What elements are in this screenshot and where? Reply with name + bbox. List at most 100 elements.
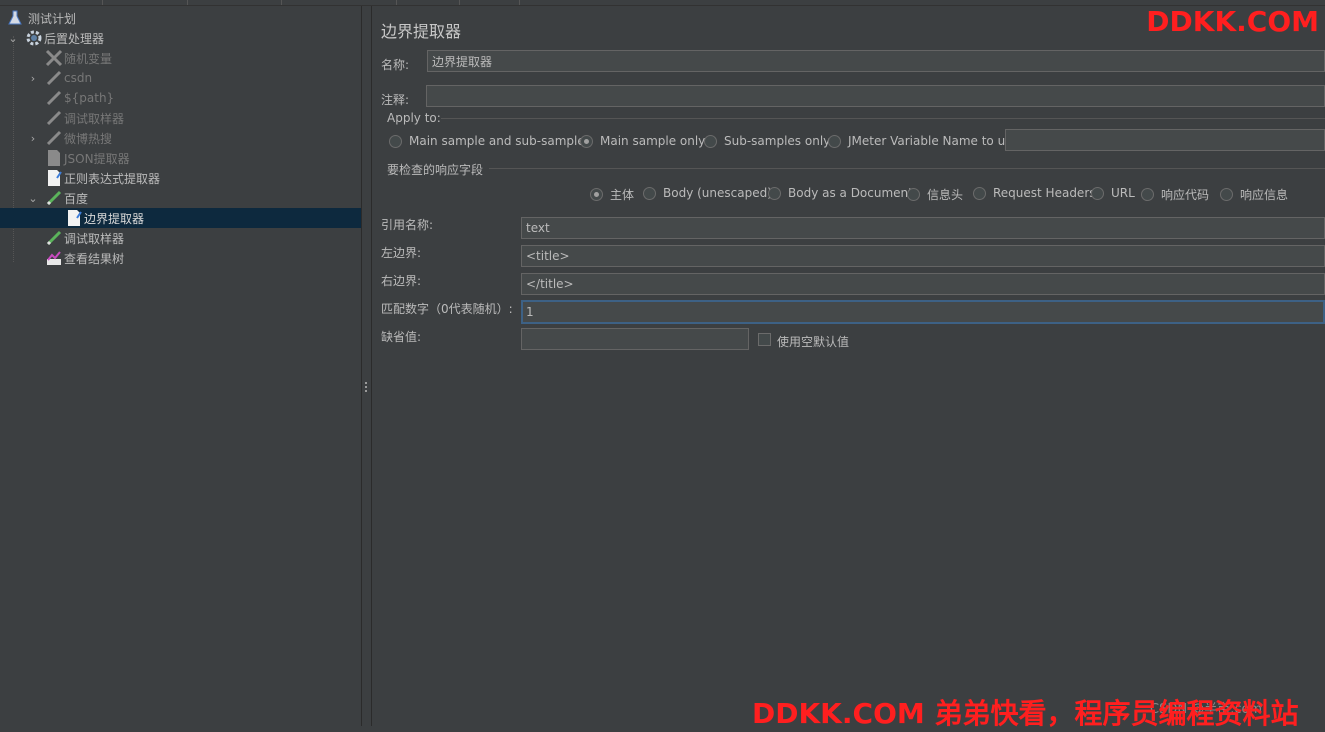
tree-item-label: JSON提取器 [64, 151, 130, 166]
radio-selected-icon [590, 188, 603, 201]
name-input[interactable] [427, 50, 1325, 72]
test-plan-tree[interactable]: 测试计划 ⌄ 后置处理器 随机变量 › csdn ${path} 调试取样器 › [0, 6, 361, 726]
radio-url[interactable]: URL [1091, 186, 1135, 200]
tree-item-label: 后置处理器 [44, 31, 105, 46]
radio-label: URL [1111, 186, 1135, 200]
sampler-pen-icon [45, 109, 63, 127]
group-divider [441, 118, 1325, 119]
comment-input[interactable] [426, 85, 1325, 107]
boundary-extractor-panel: 边界提取器 名称: 注释: Apply to: Main sample and … [371, 6, 1325, 726]
apply-to-legend: Apply to: [387, 111, 441, 125]
empty-default-label: 使用空默认值 [777, 335, 850, 349]
radio-button-icon [907, 188, 920, 201]
tree-item-label: 边界提取器 [84, 211, 145, 226]
tree-item-json-extractor[interactable]: JSON提取器 [0, 148, 361, 168]
radio-body[interactable]: 主体 [590, 186, 634, 203]
name-label: 名称: [381, 58, 410, 72]
radio-button-icon [973, 186, 986, 200]
grip-dot [365, 386, 367, 388]
comment-label: 注释: [381, 93, 410, 107]
tree-item-label: ${path} [64, 91, 115, 105]
sampler-pen-icon [45, 129, 63, 147]
tools-icon [45, 49, 63, 67]
radio-label: Request Headers [993, 186, 1096, 200]
tree-item-random-variable[interactable]: 随机变量 [0, 48, 361, 68]
chevron-down-icon[interactable]: ⌄ [27, 192, 39, 205]
tree-item-debug-sampler[interactable]: 调试取样器 [0, 108, 361, 128]
left-boundary-label: 左边界: [381, 246, 422, 260]
tree-item-weibo-hot[interactable]: › 微博热搜 [0, 128, 361, 148]
radio-label: JMeter Variable Name to use [848, 134, 1019, 148]
radio-selected-icon [580, 134, 593, 148]
grip-dot [365, 382, 367, 384]
radio-button-icon [1220, 188, 1233, 201]
extractor-doc-icon [45, 169, 63, 187]
tree-item-path[interactable]: ${path} [0, 88, 361, 108]
default-value-label: 缺省值: [381, 330, 422, 344]
watermark-bottom: DDKK.COM 弟弟快看，程序员编程资料站 [752, 697, 1299, 730]
radio-body-unescaped[interactable]: Body (unescaped) [643, 186, 772, 200]
tree-item-label: 查看结果树 [64, 251, 125, 266]
radio-label: Main sample only [600, 134, 706, 148]
radio-button-icon [768, 186, 781, 200]
tree-item-boundary-extractor[interactable]: 边界提取器 [0, 208, 361, 228]
tree-item-post-processors[interactable]: ⌄ 后置处理器 [0, 28, 361, 48]
response-field-legend: 要检查的响应字段 [387, 163, 484, 177]
watermark-top: DDKK.COM [1146, 5, 1319, 38]
right-boundary-input[interactable] [521, 273, 1325, 295]
match-number-input[interactable] [521, 300, 1325, 324]
radio-label: Main sample and sub-samples [409, 134, 591, 148]
radio-label: Body (unescaped) [663, 186, 772, 200]
gear-icon [25, 29, 43, 47]
radio-response-message[interactable]: 响应信息 [1220, 186, 1288, 203]
tree-item-label: 微博热搜 [64, 131, 113, 146]
radio-label: 主体 [610, 188, 635, 202]
tree-item-regex-extractor[interactable]: 正则表达式提取器 [0, 168, 361, 188]
panel-title: 边界提取器 [381, 22, 462, 41]
tree-item-label: csdn [64, 71, 93, 85]
tree-item-debug-sampler-2[interactable]: 调试取样器 [0, 228, 361, 248]
tree-item-csdn[interactable]: › csdn [0, 68, 361, 88]
sampler-pen-icon [45, 189, 63, 207]
sampler-pen-icon [45, 229, 63, 247]
radio-request-headers[interactable]: Request Headers [973, 186, 1096, 200]
tree-item-label: 调试取样器 [64, 231, 125, 246]
right-boundary-label: 右边界: [381, 274, 422, 288]
tree-item-label: 正则表达式提取器 [64, 171, 161, 186]
sampler-pen-icon [45, 69, 63, 87]
reference-name-input[interactable] [521, 217, 1325, 239]
graph-icon [45, 249, 63, 267]
radio-button-icon [389, 134, 402, 148]
chevron-down-icon[interactable]: ⌄ [7, 32, 19, 45]
radio-button-icon [1141, 188, 1154, 201]
group-divider [489, 168, 1325, 169]
default-value-input[interactable] [521, 328, 749, 350]
radio-main-only[interactable]: Main sample only [580, 134, 705, 148]
tree-item-label: 随机变量 [64, 51, 113, 66]
radio-response-code[interactable]: 响应代码 [1141, 186, 1209, 203]
grip-dot [365, 390, 367, 392]
radio-headers[interactable]: 信息头 [907, 186, 963, 203]
chevron-right-icon[interactable]: › [27, 132, 39, 145]
radio-button-icon [643, 186, 656, 200]
radio-jmeter-variable[interactable]: JMeter Variable Name to use [828, 134, 1019, 148]
radio-button-icon [704, 134, 717, 148]
extractor-doc-icon [45, 149, 63, 167]
radio-main-and-sub[interactable]: Main sample and sub-samples [389, 134, 591, 148]
chevron-right-icon[interactable]: › [27, 72, 39, 85]
tree-item-baidu[interactable]: ⌄ 百度 [0, 188, 361, 208]
tree-item-test-plan[interactable]: 测试计划 [0, 8, 361, 28]
flask-icon [6, 9, 24, 27]
jmeter-variable-input[interactable] [1005, 129, 1325, 151]
radio-button-icon [1091, 186, 1104, 200]
radio-label: Sub-samples only [724, 134, 831, 148]
empty-default-checkbox[interactable] [758, 333, 771, 346]
radio-label: 响应信息 [1240, 188, 1289, 202]
tree-item-view-results-tree[interactable]: 查看结果树 [0, 248, 361, 268]
radio-sub-only[interactable]: Sub-samples only [704, 134, 830, 148]
radio-label: Body as a Document [788, 186, 913, 200]
match-number-label: 匹配数字（0代表随机）: [381, 302, 513, 316]
radio-body-as-document[interactable]: Body as a Document [768, 186, 913, 200]
extractor-doc-icon [65, 209, 83, 227]
left-boundary-input[interactable] [521, 245, 1325, 267]
